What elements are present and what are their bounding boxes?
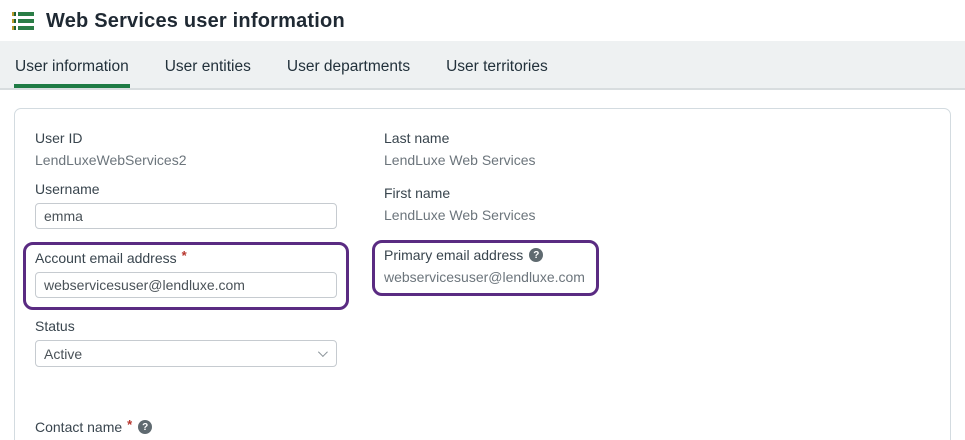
form-left-column: User ID LendLuxeWebServices2 Username Ac… — [35, 130, 384, 440]
user-id-field: User ID LendLuxeWebServices2 — [35, 130, 384, 168]
user-id-label: User ID — [35, 130, 384, 146]
first-name-label: First name — [384, 185, 930, 201]
status-label: Status — [35, 318, 384, 334]
primary-email-value: webservicesuser@lendluxe.com — [384, 269, 585, 285]
tab-user-departments[interactable]: User departments — [286, 48, 411, 88]
status-selected-value: Active — [44, 346, 82, 362]
required-asterisk: * — [127, 417, 132, 432]
account-email-highlight: Account email address * — [23, 242, 349, 310]
help-icon[interactable]: ? — [138, 420, 152, 434]
tab-bar: User information User entities User depa… — [0, 41, 965, 90]
content-area: User ID LendLuxeWebServices2 Username Ac… — [0, 90, 965, 440]
help-icon[interactable]: ? — [529, 248, 543, 262]
tab-user-entities[interactable]: User entities — [164, 48, 252, 88]
status-select[interactable]: Active — [35, 340, 337, 367]
page-title: Web Services user information — [46, 10, 345, 33]
contact-name-field: Contact name * ? LendLuxe Web Services — [35, 419, 384, 440]
form-right-column: Last name LendLuxe Web Services First na… — [384, 130, 930, 440]
account-email-input[interactable] — [35, 272, 337, 298]
user-information-panel: User ID LendLuxeWebServices2 Username Ac… — [14, 108, 951, 440]
list-icon[interactable] — [12, 12, 34, 30]
primary-email-label: Primary email address ? — [384, 247, 585, 263]
first-name-value: LendLuxe Web Services — [384, 207, 930, 223]
username-label: Username — [35, 181, 384, 197]
last-name-field: Last name LendLuxe Web Services — [384, 130, 930, 168]
last-name-label: Last name — [384, 130, 930, 146]
chevron-down-icon — [318, 347, 328, 357]
page-header: Web Services user information — [0, 0, 965, 41]
required-asterisk: * — [182, 248, 187, 263]
tab-user-information[interactable]: User information — [14, 48, 130, 88]
user-id-value: LendLuxeWebServices2 — [35, 152, 384, 168]
username-input[interactable] — [35, 203, 337, 229]
tab-user-territories[interactable]: User territories — [445, 48, 549, 88]
username-field: Username — [35, 181, 384, 229]
first-name-field: First name LendLuxe Web Services — [384, 185, 930, 223]
last-name-value: LendLuxe Web Services — [384, 152, 930, 168]
status-field: Status Active — [35, 318, 384, 367]
contact-name-label: Contact name * ? — [35, 419, 384, 435]
account-email-label: Account email address * — [35, 250, 337, 266]
primary-email-highlight: Primary email address ? webservicesuser@… — [372, 240, 599, 296]
